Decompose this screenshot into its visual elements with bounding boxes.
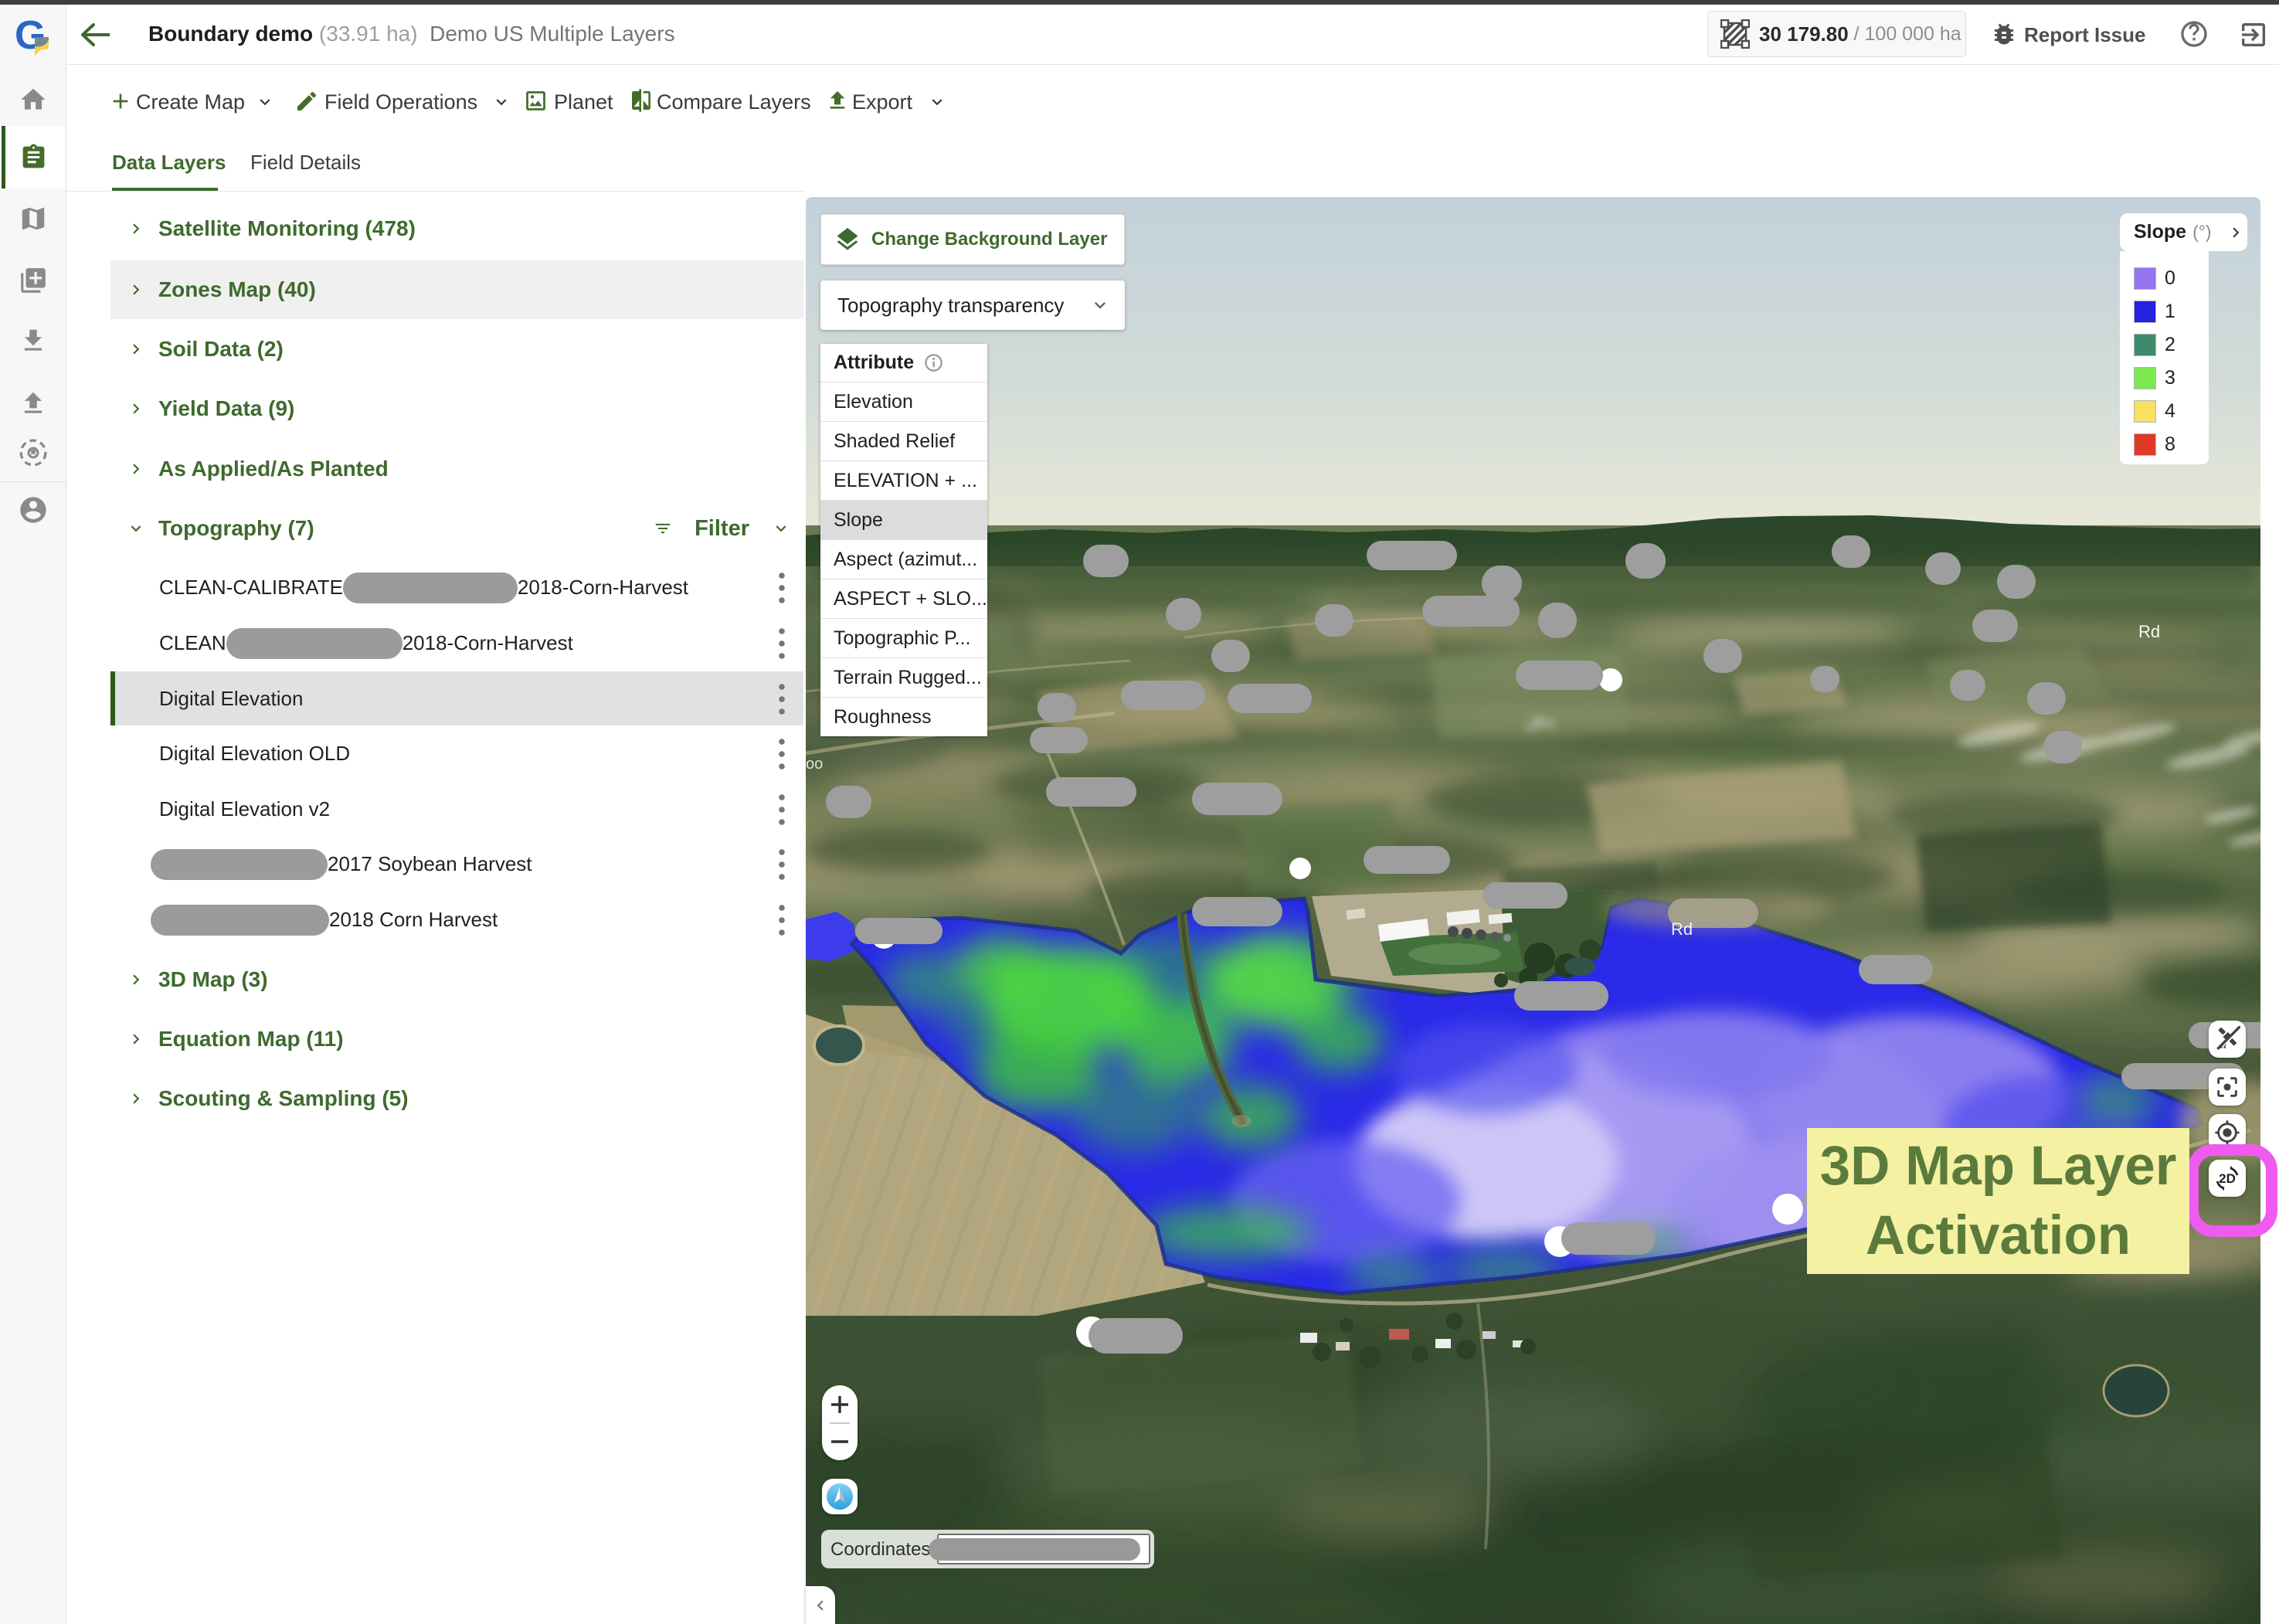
svg-text:Rd: Rd <box>2138 622 2160 641</box>
svg-text:G: G <box>15 15 46 57</box>
svg-text:oo: oo <box>806 756 823 773</box>
svg-text:2D: 2D <box>2219 1171 2236 1186</box>
svg-text:Rd: Rd <box>1671 919 1693 939</box>
